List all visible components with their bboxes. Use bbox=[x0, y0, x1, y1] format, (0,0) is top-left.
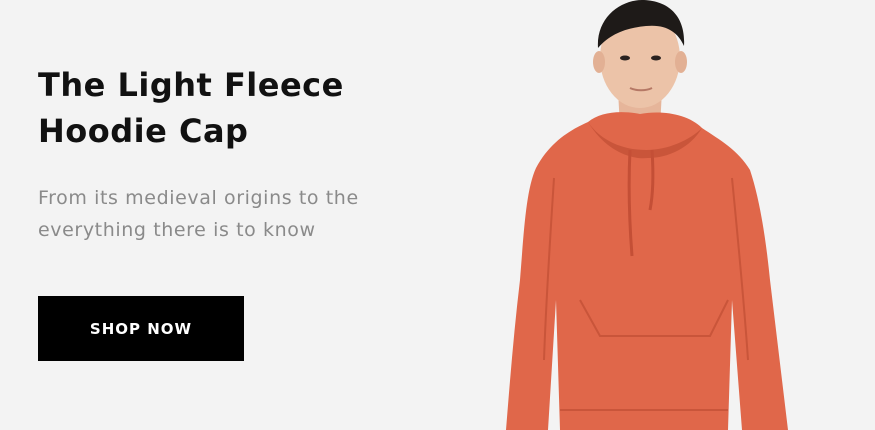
hero-title: The Light Fleece Hoodie Cap bbox=[38, 62, 438, 154]
hero-subtitle: From its medieval origins to the everyth… bbox=[38, 187, 359, 241]
hero-banner: The Light Fleece Hoodie Cap From its med… bbox=[0, 0, 875, 430]
hero-title-line-2: Hoodie Cap bbox=[38, 112, 249, 150]
hero-text-block: The Light Fleece Hoodie Cap From its med… bbox=[38, 62, 438, 246]
shop-now-button[interactable]: SHOP NOW bbox=[38, 296, 244, 361]
hero-title-line-1: The Light Fleece bbox=[38, 66, 344, 104]
hoodie-model-image bbox=[506, 0, 788, 430]
